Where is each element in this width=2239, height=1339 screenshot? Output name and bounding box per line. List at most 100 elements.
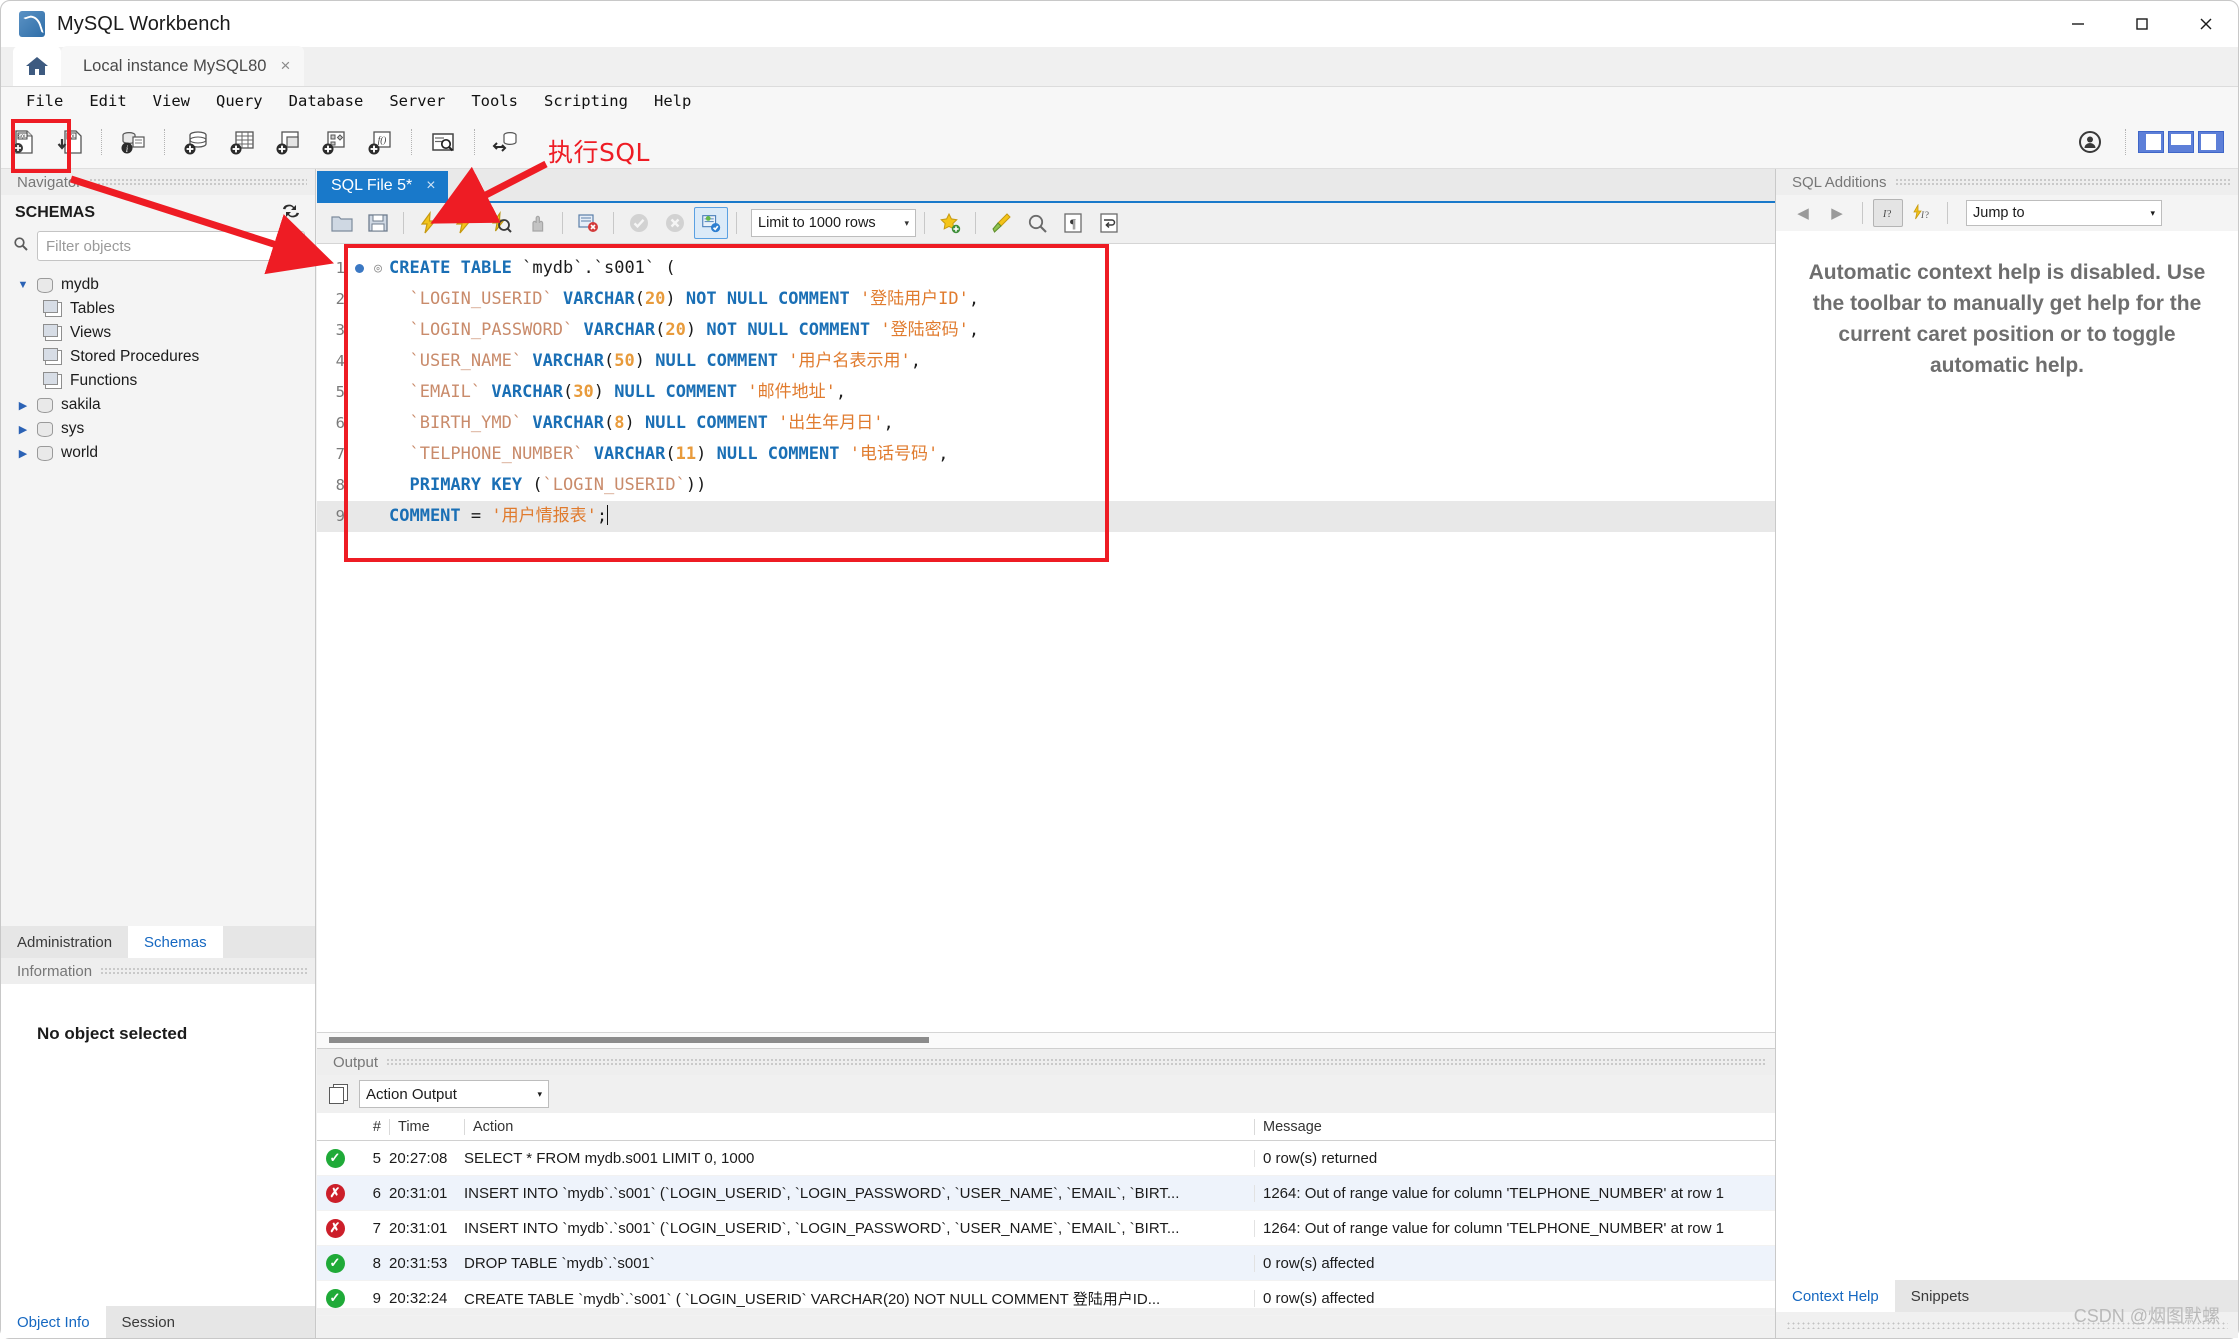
create-schema-icon[interactable] <box>177 123 215 161</box>
find-icon[interactable] <box>1020 207 1054 239</box>
column-header-time[interactable]: Time <box>389 1118 464 1135</box>
column-header-action[interactable]: Action <box>464 1118 1254 1135</box>
chevron-right-icon[interactable]: ▶ <box>17 423 29 436</box>
create-function-icon[interactable]: f() <box>361 123 399 161</box>
sidebar-item-stored-procedures[interactable]: Stored Procedures <box>9 345 315 369</box>
breakpoint-icon[interactable] <box>351 253 367 284</box>
table-row[interactable]: ✗ 6 20:31:01 INSERT INTO `mydb`.`s001` (… <box>317 1176 1775 1211</box>
auto-context-help-icon[interactable]: I ? <box>1907 199 1937 227</box>
sidebar-item-sys[interactable]: ▶ sys <box>9 417 315 441</box>
tab-administration[interactable]: Administration <box>1 926 129 958</box>
chevron-down-icon[interactable]: ▼ <box>17 279 29 291</box>
reconnect-server-icon[interactable] <box>487 123 525 161</box>
rollback-icon[interactable] <box>658 207 692 239</box>
sql-code-editor[interactable]: 1 ◎ CREATE TABLE `mydb`.`s001` ( 2 `LOGI… <box>317 243 1775 1033</box>
navigator-caption: Navigator <box>1 169 315 195</box>
sidebar-item-functions[interactable]: Functions <box>9 369 315 393</box>
sql-file-tab[interactable]: SQL File 5* × <box>317 171 448 201</box>
tab-session[interactable]: Session <box>105 1306 191 1338</box>
menu-server[interactable]: Server <box>376 92 458 110</box>
menu-file[interactable]: File <box>13 92 76 110</box>
copy-icon[interactable] <box>329 1084 349 1104</box>
explain-query-icon[interactable] <box>484 207 518 239</box>
sidebar-item-sakila[interactable]: ▶ sakila <box>9 393 315 417</box>
create-view-icon[interactable] <box>269 123 307 161</box>
connection-tab-local-instance[interactable]: Local instance MySQL80 × <box>61 46 305 86</box>
sidebar-item-label: sakila <box>61 396 101 413</box>
chevron-right-icon[interactable]: ▶ <box>17 399 29 412</box>
row-limit-select[interactable]: Limit to 1000 rows ▾ <box>751 209 916 237</box>
scrollbar-thumb[interactable] <box>329 1037 929 1043</box>
table-row[interactable]: ✗ 7 20:31:01 INSERT INTO `mydb`.`s001` (… <box>317 1211 1775 1246</box>
menu-tools[interactable]: Tools <box>458 92 531 110</box>
fold-toggle-icon[interactable]: ◎ <box>367 253 389 284</box>
sidebar-item-tables[interactable]: Tables <box>9 297 315 321</box>
schema-icon <box>37 445 53 461</box>
forward-arrow-icon[interactable]: ▶ <box>1822 199 1852 227</box>
execute-current-statement-icon[interactable] <box>448 207 482 239</box>
toolbar-separator <box>2125 128 2126 155</box>
action-output-grid[interactable]: # Time Action Message Duration / Fetch ✓… <box>317 1113 1951 1316</box>
connection-info-icon[interactable]: i <box>114 123 152 161</box>
minimize-button[interactable] <box>2046 1 2110 47</box>
table-row[interactable]: ✓ 5 20:27:08 SELECT * FROM mydb.s001 LIM… <box>317 1141 1951 1176</box>
output-toolbar: Action Output ▾ <box>317 1075 1775 1113</box>
refresh-icon[interactable] <box>281 203 301 224</box>
column-header-num[interactable]: # <box>353 1119 389 1135</box>
context-help-icon[interactable]: I ? <box>1873 199 1903 227</box>
search-data-icon[interactable] <box>424 123 462 161</box>
toggle-output-icon[interactable] <box>2168 130 2194 153</box>
editor-horizontal-scrollbar[interactable] <box>317 1033 1775 1048</box>
close-button[interactable] <box>2174 1 2238 47</box>
commit-icon[interactable] <box>622 207 656 239</box>
menu-help[interactable]: Help <box>641 92 704 110</box>
sidebar-item-world[interactable]: ▶ world <box>9 441 315 465</box>
menu-scripting[interactable]: Scripting <box>531 92 641 110</box>
save-file-icon[interactable] <box>361 207 395 239</box>
tab-schemas[interactable]: Schemas <box>128 926 223 958</box>
sidebar-item-views[interactable]: Views <box>9 321 315 345</box>
table-row[interactable]: ✓ 8 20:31:53 DROP TABLE `mydb`.`s001` 0 … <box>317 1246 1873 1281</box>
jump-to-select[interactable]: Jump to ▾ <box>1966 200 2162 226</box>
beautify-icon[interactable] <box>933 207 967 239</box>
views-icon <box>43 323 62 341</box>
toggle-autocommit-icon[interactable] <box>571 207 605 239</box>
menu-database[interactable]: Database <box>276 92 377 110</box>
invisible-chars-icon[interactable]: ¶ <box>1056 207 1090 239</box>
menu-view[interactable]: View <box>140 92 203 110</box>
execute-script-icon[interactable] <box>412 207 446 239</box>
maximize-button[interactable] <box>2110 1 2174 47</box>
tab-object-info[interactable]: Object Info <box>1 1306 106 1338</box>
open-sql-script-icon[interactable]: SQL <box>51 123 89 161</box>
close-icon[interactable]: × <box>280 56 290 76</box>
chevron-right-icon[interactable]: ▶ <box>17 447 29 460</box>
create-procedure-icon[interactable] <box>315 123 353 161</box>
chevron-down-icon[interactable]: ▾ <box>537 1089 542 1100</box>
toolbar-separator <box>1862 202 1863 224</box>
chevron-down-icon[interactable]: ▾ <box>904 218 909 229</box>
tab-context-help[interactable]: Context Help <box>1776 1280 1895 1312</box>
column-header-message[interactable]: Message <box>1254 1118 1799 1135</box>
tab-snippets[interactable]: Snippets <box>1894 1280 1986 1312</box>
menu-edit[interactable]: Edit <box>76 92 139 110</box>
sidebar-item-mydb[interactable]: ▼ mydb <box>9 273 315 297</box>
close-icon[interactable]: × <box>426 177 435 195</box>
code-line: 4 `USER_NAME` VARCHAR(50) NULL COMMENT '… <box>317 346 1775 377</box>
create-table-icon[interactable] <box>223 123 261 161</box>
filter-objects-input[interactable]: Filter objects <box>37 231 305 261</box>
chevron-down-icon[interactable]: ▾ <box>2150 208 2155 219</box>
admin-target-icon[interactable] <box>2071 123 2109 161</box>
toggle-limit-icon[interactable] <box>694 207 728 239</box>
output-type-select[interactable]: Action Output ▾ <box>359 1080 549 1108</box>
home-tab[interactable] <box>13 46 61 86</box>
menu-query[interactable]: Query <box>203 92 276 110</box>
toggle-sidebar-icon[interactable] <box>2138 130 2164 153</box>
stop-query-icon[interactable] <box>520 207 554 239</box>
table-row[interactable]: ✓ 9 20:32:24 CREATE TABLE `mydb`.`s001` … <box>317 1281 1873 1316</box>
toggle-secondary-sidebar-icon[interactable] <box>2198 130 2224 153</box>
clear-icon[interactable] <box>984 207 1018 239</box>
new-sql-tab-icon[interactable]: SQL <box>5 123 43 161</box>
back-arrow-icon[interactable]: ◀ <box>1788 199 1818 227</box>
wrap-lines-icon[interactable] <box>1092 207 1126 239</box>
open-file-icon[interactable] <box>325 207 359 239</box>
